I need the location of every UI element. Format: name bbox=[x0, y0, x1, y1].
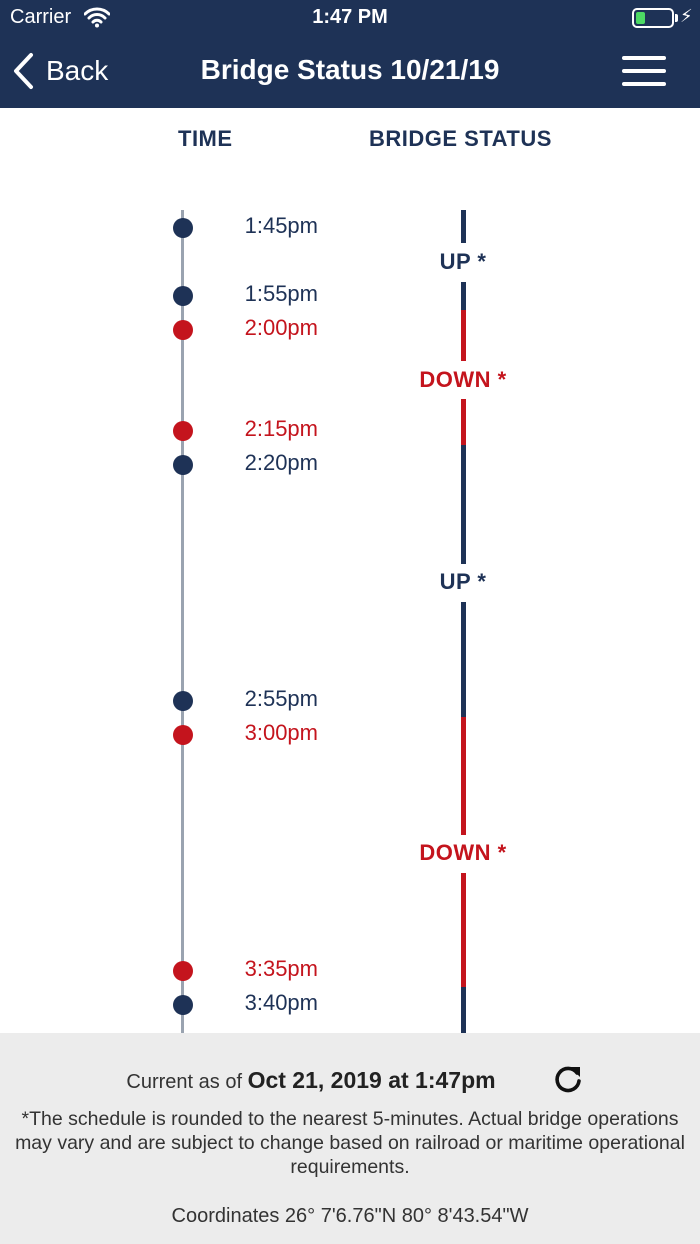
footer: Current as of Oct 21, 2019 at 1:47pm *Th… bbox=[0, 1033, 700, 1244]
coordinates: Coordinates 26° 7'6.76"N 80° 8'43.54"W bbox=[171, 1205, 529, 1227]
menu-icon[interactable] bbox=[622, 56, 668, 88]
page-title: Bridge Status 10/21/19 bbox=[200, 54, 500, 85]
current-as-of: Current as of Oct 21, 2019 at 1:47pm bbox=[0, 1067, 622, 1094]
status-segment-down bbox=[461, 717, 466, 835]
time-label: 2:00pm bbox=[244, 315, 318, 340]
time-label: 3:40pm bbox=[244, 990, 318, 1015]
status-label: UP * bbox=[439, 569, 487, 594]
time-label: 2:55pm bbox=[244, 686, 318, 711]
current-timestamp: Oct 21, 2019 at 1:47pm bbox=[247, 1067, 496, 1093]
status-bar: Carrier 1:47 PM ⚡ bbox=[0, 0, 700, 36]
refresh-icon[interactable] bbox=[552, 1063, 584, 1100]
status-segment-down bbox=[461, 873, 466, 987]
battery-fill bbox=[636, 12, 645, 24]
status-time: 1:47 PM bbox=[312, 6, 388, 28]
timeline-dot bbox=[173, 961, 193, 981]
status-segment-up bbox=[461, 282, 466, 310]
current-prefix: Current as of bbox=[126, 1071, 242, 1093]
time-label: 1:45pm bbox=[244, 213, 318, 238]
status-label: DOWN * bbox=[419, 840, 507, 865]
time-label: 1:55pm bbox=[244, 281, 318, 306]
time-label: 2:20pm bbox=[244, 450, 318, 475]
column-header-status: BRIDGE STATUS bbox=[369, 126, 552, 151]
status-segment-up bbox=[461, 210, 466, 243]
battery-icon bbox=[632, 8, 674, 28]
nav-bar: Back Bridge Status 10/21/19 bbox=[0, 36, 700, 108]
header: Carrier 1:47 PM ⚡ Back Bridge Status 10/… bbox=[0, 0, 700, 108]
timeline-dot bbox=[173, 725, 193, 745]
status-segment-up bbox=[461, 987, 466, 1033]
timeline-dot bbox=[173, 995, 193, 1015]
status-segment-down bbox=[461, 399, 466, 445]
status-segment-down bbox=[461, 310, 466, 361]
timeline-dot bbox=[173, 455, 193, 475]
timeline-dot bbox=[173, 218, 193, 238]
timeline-dot bbox=[173, 286, 193, 306]
battery-nub bbox=[675, 14, 678, 22]
time-label: 2:15pm bbox=[244, 416, 318, 441]
status-label: UP * bbox=[439, 249, 487, 274]
status-label: DOWN * bbox=[419, 367, 507, 392]
timeline-dot bbox=[173, 691, 193, 711]
status-segment-up bbox=[461, 445, 466, 564]
time-label: 3:35pm bbox=[244, 956, 318, 981]
timeline-dot bbox=[173, 320, 193, 340]
status-segment-up bbox=[461, 602, 466, 717]
charging-icon: ⚡ bbox=[680, 6, 693, 26]
schedule-disclaimer: *The schedule is rounded to the nearest … bbox=[15, 1108, 685, 1178]
time-label: 3:00pm bbox=[244, 720, 318, 745]
timeline-dot bbox=[173, 421, 193, 441]
column-header-time: TIME bbox=[178, 126, 233, 151]
